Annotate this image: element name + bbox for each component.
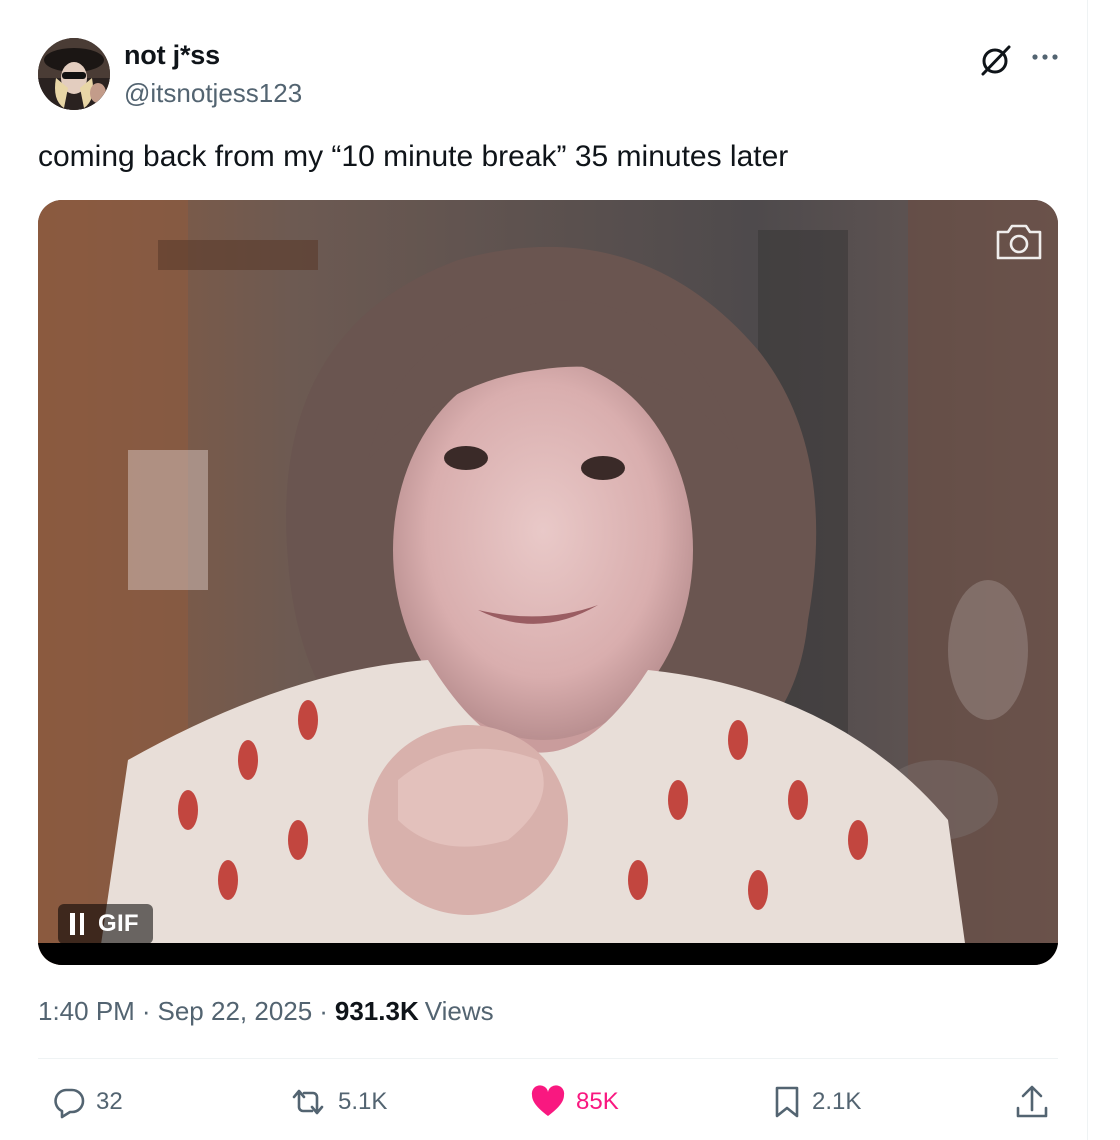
camera-icon[interactable]: [994, 220, 1044, 262]
bookmark-icon: [775, 1086, 799, 1118]
avatar[interactable]: [38, 38, 110, 110]
repost-count: 5.1K: [338, 1088, 388, 1115]
media-bottom-bar: [38, 943, 1058, 965]
gif-label: GIF: [98, 910, 139, 937]
gif-media[interactable]: GIF: [38, 200, 1058, 965]
share-icon[interactable]: [1012, 1082, 1052, 1122]
views-count: 931.3K: [334, 996, 419, 1026]
gif-badge[interactable]: GIF: [58, 904, 153, 944]
post-date[interactable]: Sep 22, 2025: [158, 996, 313, 1027]
bookmark-count: 2.1K: [812, 1088, 862, 1115]
pause-icon: [70, 913, 84, 935]
post-time[interactable]: 1:40 PM: [38, 996, 135, 1027]
grok-icon[interactable]: [978, 42, 1014, 78]
like-button[interactable]: 85K: [530, 1082, 619, 1122]
avatar-image: [38, 38, 110, 110]
like-count: 85K: [576, 1088, 619, 1115]
heart-icon: [531, 1085, 565, 1116]
reply-button[interactable]: 32: [52, 1082, 123, 1122]
reply-icon: [54, 1088, 85, 1119]
post-text: coming back from my “10 minute break” 35…: [38, 140, 789, 173]
meta-separator: ·: [141, 996, 151, 1026]
repost-icon: [292, 1089, 324, 1115]
bookmark-button[interactable]: 2.1K: [772, 1082, 861, 1122]
gif-frame: [38, 200, 1058, 965]
display-name[interactable]: not j*ss: [124, 40, 220, 71]
more-options-icon[interactable]: [1030, 50, 1060, 64]
user-handle[interactable]: @itsnotjess123: [124, 78, 302, 109]
divider: [38, 1058, 1058, 1059]
views-label: Views: [424, 996, 494, 1026]
repost-button[interactable]: 5.1K: [288, 1082, 387, 1122]
post-meta: 1:40 PM · Sep 22, 2025 · 931.3K Views: [38, 996, 494, 1027]
post-card: not j*ss @itsnotjess123 coming back from…: [0, 0, 1088, 1140]
reply-count: 32: [96, 1088, 123, 1115]
meta-separator: ·: [319, 996, 328, 1026]
